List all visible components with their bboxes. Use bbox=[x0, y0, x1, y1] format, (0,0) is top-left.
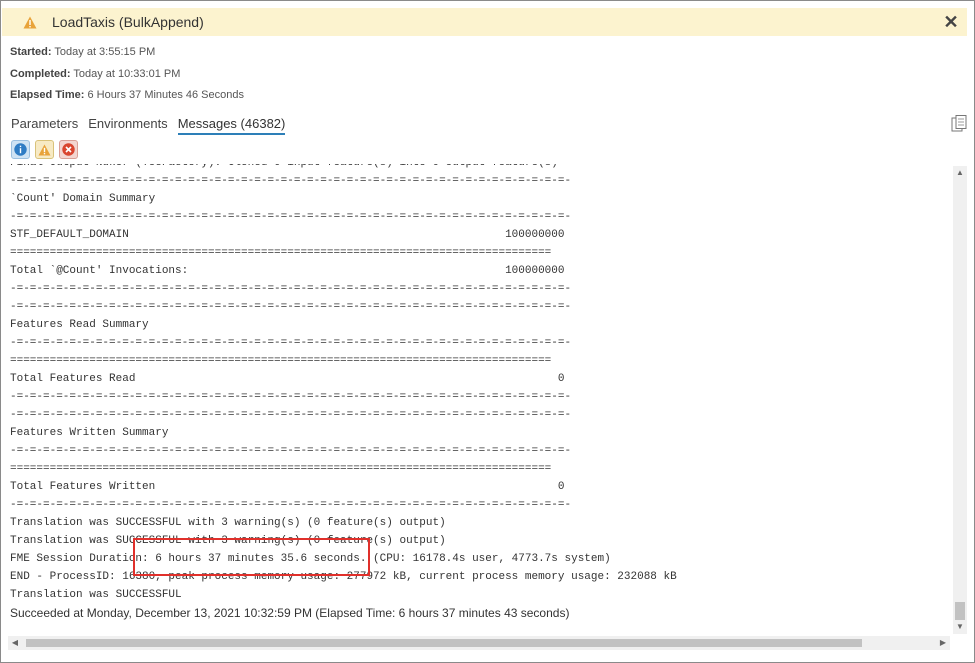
log-final-line: Succeeded at Monday, December 13, 2021 1… bbox=[10, 606, 570, 620]
warning-filter-icon bbox=[38, 144, 51, 155]
log-line: -=-=-=-=-=-=-=-=-=-=-=-=-=-=-=-=-=-=-=-=… bbox=[10, 283, 572, 295]
elapsed-label: Elapsed Time: bbox=[10, 89, 85, 101]
log-line: -=-=-=-=-=-=-=-=-=-=-=-=-=-=-=-=-=-=-=-=… bbox=[10, 211, 572, 223]
vertical-scrollbar[interactable]: ▲ ▼ bbox=[953, 166, 967, 634]
log-line: STF_DEFAULT_DOMAIN 100000000 bbox=[10, 229, 565, 241]
info-icon bbox=[14, 143, 27, 156]
vertical-scroll-thumb[interactable] bbox=[955, 602, 965, 620]
error-icon bbox=[62, 143, 75, 156]
info-filter-button[interactable] bbox=[11, 140, 30, 159]
error-filter-button[interactable] bbox=[59, 140, 78, 159]
message-filters bbox=[11, 140, 78, 159]
log-line: -=-=-=-=-=-=-=-=-=-=-=-=-=-=-=-=-=-=-=-=… bbox=[10, 175, 572, 187]
scroll-down-icon[interactable]: ▼ bbox=[953, 620, 967, 634]
horizontal-scrollbar[interactable]: ◀ ▶ bbox=[8, 636, 950, 650]
log-line: -=-=-=-=-=-=-=-=-=-=-=-=-=-=-=-=-=-=-=-=… bbox=[10, 409, 572, 421]
log-line: -=-=-=-=-=-=-=-=-=-=-=-=-=-=-=-=-=-=-=-=… bbox=[10, 337, 572, 349]
completed-label: Completed: bbox=[10, 68, 71, 80]
tab-environments[interactable]: Environments bbox=[88, 116, 167, 135]
log-line: -=-=-=-=-=-=-=-=-=-=-=-=-=-=-=-=-=-=-=-=… bbox=[10, 499, 572, 511]
horizontal-scroll-thumb[interactable] bbox=[26, 639, 862, 647]
log-line: -=-=-=-=-=-=-=-=-=-=-=-=-=-=-=-=-=-=-=-=… bbox=[10, 301, 572, 313]
close-icon: ✕ bbox=[943, 12, 959, 32]
log-line: Features Read Summary bbox=[10, 319, 149, 331]
log-line: ========================================… bbox=[10, 355, 552, 367]
log-line: Translation was SUCCESSFUL bbox=[10, 589, 182, 601]
log-line: -=-=-=-=-=-=-=-=-=-=-=-=-=-=-=-=-=-=-=-=… bbox=[10, 391, 572, 403]
elapsed-row: Elapsed Time: 6 Hours 37 Minutes 46 Seco… bbox=[10, 89, 244, 101]
elapsed-value: 6 Hours 37 Minutes 46 Seconds bbox=[87, 89, 244, 101]
tab-bar: Parameters Environments Messages (46382) bbox=[11, 116, 295, 135]
warning-icon bbox=[20, 12, 40, 32]
scroll-up-icon[interactable]: ▲ bbox=[953, 166, 967, 180]
completed-row: Completed: Today at 10:33:01 PM bbox=[10, 68, 180, 80]
completed-value: Today at 10:33:01 PM bbox=[73, 68, 181, 80]
log-line: -=-=-=-=-=-=-=-=-=-=-=-=-=-=-=-=-=-=-=-=… bbox=[10, 445, 572, 457]
started-label: Started: bbox=[10, 46, 52, 58]
scroll-left-icon[interactable]: ◀ bbox=[8, 636, 22, 650]
started-value: Today at 3:55:15 PM bbox=[54, 46, 156, 58]
dialog-title: LoadTaxis (BulkAppend) bbox=[52, 14, 204, 30]
tab-messages[interactable]: Messages (46382) bbox=[177, 116, 286, 135]
log-line: Translation was SUCCESSFUL with 3 warnin… bbox=[10, 517, 446, 529]
warning-filter-button[interactable] bbox=[35, 140, 54, 159]
dialog-header: LoadTaxis (BulkAppend) ✕ bbox=[2, 8, 967, 36]
log-line: `Count' Domain Summary bbox=[10, 193, 156, 205]
log-line: Total Features Written 0 bbox=[10, 481, 565, 493]
log-line: Final Output Nuker (TeeFactory): Cloned … bbox=[10, 164, 677, 172]
log-line: Total Features Read 0 bbox=[10, 373, 565, 385]
tab-parameters[interactable]: Parameters bbox=[11, 116, 78, 135]
log-line: Total `@Count' Invocations: 100000000 bbox=[10, 265, 565, 277]
started-row: Started: Today at 3:55:15 PM bbox=[10, 46, 155, 58]
session-duration-highlight bbox=[133, 538, 370, 576]
log-line: Features Written Summary bbox=[10, 427, 169, 439]
log-line: ========================================… bbox=[10, 247, 552, 259]
log-line: ========================================… bbox=[10, 463, 552, 475]
scroll-right-icon[interactable]: ▶ bbox=[936, 636, 950, 650]
close-button[interactable]: ✕ bbox=[941, 11, 961, 33]
copy-icon[interactable] bbox=[951, 115, 967, 133]
